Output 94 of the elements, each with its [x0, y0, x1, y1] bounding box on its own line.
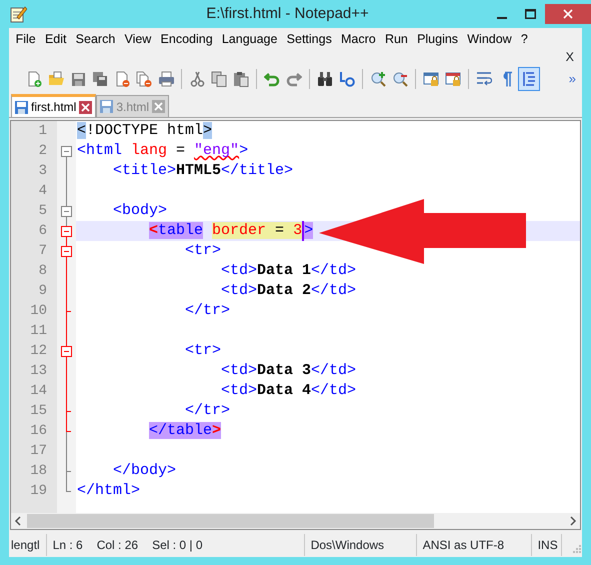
line-number: 4: [38, 182, 48, 201]
menu-item[interactable]: File: [11, 28, 40, 50]
line-number: 9: [38, 282, 48, 301]
status-text: Col : 26: [96, 537, 138, 554]
line-number: 1: [38, 122, 48, 141]
menu-item[interactable]: ?: [516, 28, 532, 50]
window-title: E:\first.html - Notepad++: [205, 4, 370, 24]
resize-grip-icon[interactable]: [570, 542, 582, 554]
code-line: <html lang = "eng">: [76, 141, 248, 161]
menu-item[interactable]: Settings: [282, 28, 336, 50]
redo-button[interactable]: [286, 71, 302, 87]
save-status-icon: [100, 100, 114, 113]
close-button[interactable]: [545, 4, 591, 24]
close-document-button[interactable]: X: [566, 50, 574, 64]
window-lock-button[interactable]: [445, 71, 461, 87]
line-number: 16: [29, 422, 48, 441]
close-all-button[interactable]: [136, 71, 152, 87]
open-folder-button[interactable]: [48, 71, 64, 87]
cut-button[interactable]: [189, 71, 205, 87]
paste-button[interactable]: [233, 71, 249, 87]
line-number: 17: [29, 442, 48, 461]
app-icon: [9, 5, 27, 23]
save-status-icon: [15, 100, 28, 114]
code-line: </table>: [148, 421, 222, 441]
code-line: <td>Data 1</td>: [220, 261, 356, 281]
save-button[interactable]: [70, 71, 86, 87]
fold-toggle-icon[interactable]: [61, 206, 72, 217]
line-number: 15: [29, 402, 48, 421]
code-line: </tr>: [184, 401, 230, 421]
close-file-button[interactable]: [114, 71, 130, 87]
line-number: 18: [29, 462, 48, 481]
line-number: 10: [29, 302, 48, 321]
menu-item[interactable]: Encoding: [156, 28, 218, 50]
line-number: 3: [38, 162, 48, 181]
line-number: 6: [38, 222, 48, 241]
undo-button[interactable]: [264, 71, 280, 87]
menu-item[interactable]: Language: [217, 28, 282, 50]
status-text: ANSI as UTF-8: [422, 537, 504, 554]
word-wrap-button[interactable]: [476, 71, 492, 87]
status-text: Sel : 0 | 0: [152, 537, 203, 554]
code-line: <tr>: [184, 241, 222, 261]
print-button[interactable]: [158, 71, 174, 87]
line-number: 13: [29, 362, 48, 381]
fold-toggle-icon[interactable]: [61, 246, 72, 257]
line-number: 2: [38, 142, 48, 161]
menu-item[interactable]: Window: [462, 28, 516, 50]
status-text: Dos\Windows: [310, 537, 384, 554]
find-button[interactable]: [317, 71, 333, 87]
code-line: <td>Data 3</td>: [220, 361, 356, 381]
code-line: </body>: [112, 461, 176, 481]
code-line: <table border = 3>: [148, 221, 314, 241]
indent-guide-button[interactable]: [518, 67, 540, 91]
save-all-button[interactable]: [92, 71, 108, 87]
zoom-in-button[interactable]: [370, 71, 386, 87]
code-line: <td>Data 4</td>: [220, 381, 356, 401]
fold-toggle-icon[interactable]: [61, 146, 72, 157]
maximize-icon[interactable]: [525, 9, 536, 19]
code-line: <tr>: [184, 341, 222, 361]
line-number: 11: [29, 322, 48, 341]
code-line: <title>HTML5</title>: [112, 161, 294, 181]
indent-guide-icon: [521, 71, 537, 87]
status-text: lengtl: [11, 537, 40, 554]
zoom-out-button[interactable]: [392, 71, 408, 87]
overflow-chevron[interactable]: »: [568, 69, 576, 89]
menu-item[interactable]: Plugins: [412, 28, 463, 50]
fold-toggle-icon[interactable]: [61, 346, 72, 357]
code-line: <body>: [112, 201, 168, 221]
line-number: 7: [38, 242, 48, 261]
menu-item[interactable]: Macro: [336, 28, 380, 50]
line-number: 14: [29, 382, 48, 401]
line-number: 5: [38, 202, 48, 221]
line-number: 8: [38, 262, 48, 281]
replace-button[interactable]: [339, 71, 355, 87]
status-text: Ln : 6: [52, 537, 83, 554]
code-line: </html>: [76, 481, 140, 501]
status-text: INS: [538, 537, 558, 554]
menu-item[interactable]: Search: [71, 28, 120, 50]
new-file-button[interactable]: [26, 71, 42, 87]
close-tab-icon[interactable]: [152, 100, 166, 113]
menu-item[interactable]: Run: [380, 28, 412, 50]
code-line: <!DOCTYPE html>: [76, 121, 212, 141]
copy-button[interactable]: [211, 71, 227, 87]
scrollbar-thumb[interactable]: [27, 514, 434, 528]
fold-toggle-icon[interactable]: [61, 226, 72, 237]
close-tab-icon[interactable]: [79, 100, 92, 114]
menu-item[interactable]: Edit: [40, 28, 72, 50]
code-line: <td>Data 2</td>: [220, 281, 356, 301]
line-number: 19: [29, 482, 48, 501]
close-icon: [563, 9, 573, 19]
file-tab[interactable]: first.html: [11, 94, 96, 117]
code-line: </tr>: [184, 301, 230, 321]
menu-item[interactable]: View: [120, 28, 156, 50]
window-lock-button[interactable]: [423, 71, 439, 87]
line-number: 12: [29, 342, 48, 361]
